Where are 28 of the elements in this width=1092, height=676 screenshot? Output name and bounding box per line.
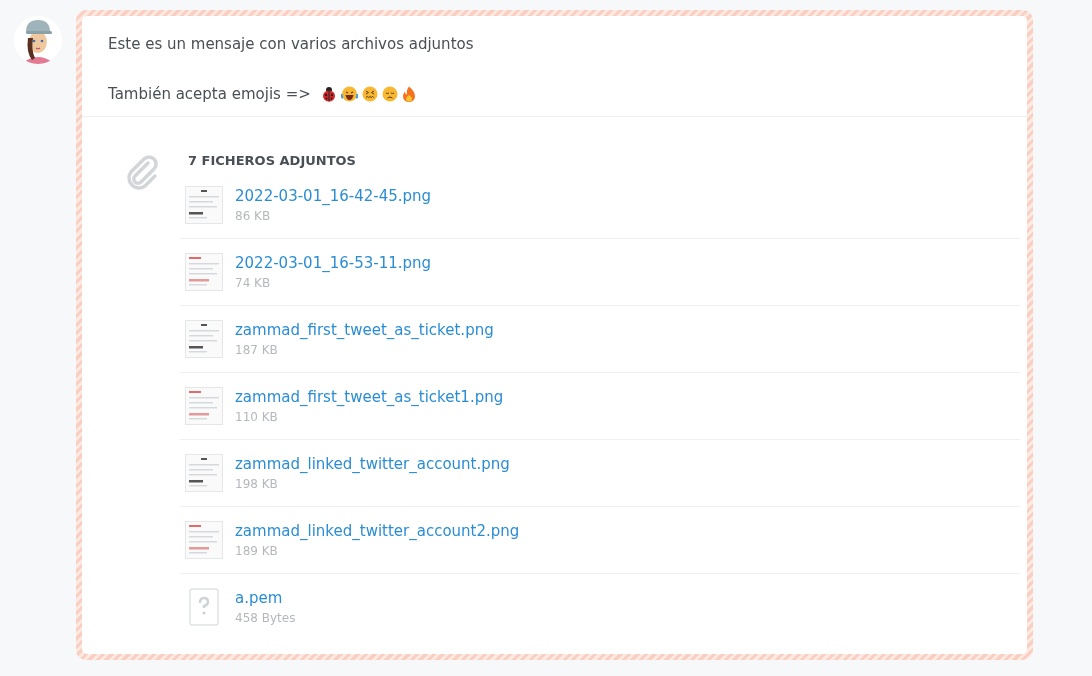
confounded-face-icon: [361, 86, 378, 102]
file-size: 187 KB: [235, 343, 279, 357]
file-size: 74 KB: [235, 276, 272, 290]
file-size: 110 KB: [235, 410, 279, 424]
file-size: 198 KB: [235, 477, 279, 491]
file-link[interactable]: zammad_linked_twitter_account2.png: [235, 522, 520, 540]
file-link[interactable]: 2022-03-01_16-53-11.png: [235, 254, 432, 272]
file-link[interactable]: zammad_first_tweet_as_ticket.png: [235, 321, 494, 339]
attachments-heading: 7 FICHEROS ADJUNTOS: [188, 153, 357, 168]
file-link[interactable]: zammad_linked_twitter_account.png: [235, 455, 510, 473]
file-size: 458 Bytes: [235, 611, 296, 625]
screenshot-thumbnail[interactable]: [185, 454, 223, 492]
fire-icon: [401, 86, 416, 102]
screenshot-thumbnail[interactable]: [185, 387, 223, 425]
file-link[interactable]: a.pem: [235, 589, 296, 607]
file-link[interactable]: 2022-03-01_16-42-45.png: [235, 187, 432, 205]
file-size: 189 KB: [235, 544, 279, 558]
message-text: También acepta emojis =>: [108, 84, 311, 104]
sad-face-icon: [381, 86, 398, 102]
screenshot-thumbnail[interactable]: [185, 186, 223, 224]
screenshot-thumbnail[interactable]: [185, 320, 223, 358]
file-size: 86 KB: [235, 209, 272, 223]
laughing-face-icon: [340, 86, 358, 102]
screenshot-thumbnail[interactable]: [185, 521, 223, 559]
file-link[interactable]: zammad_first_tweet_as_ticket1.png: [235, 388, 504, 406]
message-text: Este es un mensaje con varios archivos adjuntos: [108, 34, 475, 54]
screenshot-thumbnail[interactable]: [185, 253, 223, 291]
ladybug-icon: [320, 86, 337, 102]
